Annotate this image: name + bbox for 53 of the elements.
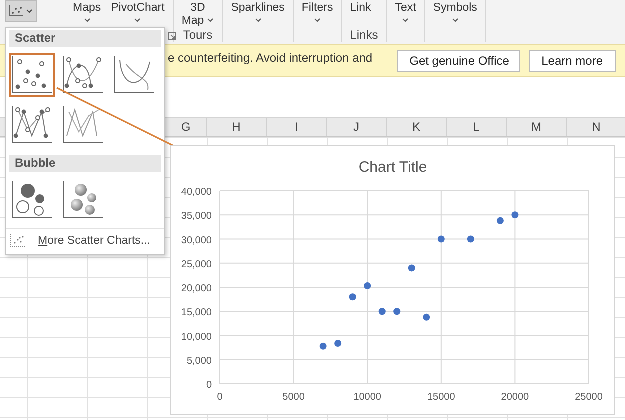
group-label: Tours (183, 28, 213, 42)
info-message: e counterfeiting. Avoid interruption and (168, 51, 374, 65)
zigzag-lines-icon (63, 106, 103, 144)
y-axis-label: 0 (206, 380, 212, 391)
column-header[interactable]: I (267, 118, 327, 136)
spheres-icon (63, 181, 103, 219)
more-charts-link[interactable]: More Scatter Charts... (6, 228, 164, 254)
column-header[interactable]: G (166, 118, 207, 136)
ribbon-command[interactable]: Symbols (433, 1, 478, 28)
section-header: Bubble (9, 155, 161, 172)
column-header[interactable]: N (567, 118, 625, 136)
scatter-chart-button[interactable] (5, 0, 37, 22)
column-header[interactable]: K (387, 118, 447, 136)
ribbon-command[interactable]: 3D Map (182, 1, 214, 28)
chart-title: Chart Title (358, 159, 428, 176)
x-axis-label: 0 (217, 392, 223, 403)
y-axis-label: 20,000 (181, 284, 212, 294)
x-axis-label: 20000 (501, 392, 530, 403)
y-axis-label: 35,000 (181, 211, 212, 222)
chart-type-option[interactable] (9, 53, 55, 97)
ribbon-command[interactable]: Link (350, 1, 372, 28)
ribbon-command[interactable]: Filters (302, 1, 334, 28)
y-axis-label: 25,000 (181, 259, 212, 270)
curve-dots-icon (63, 56, 103, 94)
curves-icon (114, 56, 154, 94)
info-button[interactable]: Get genuine Office (396, 50, 520, 72)
group-label: Links (350, 28, 378, 42)
x-axis-label: 15000 (428, 392, 456, 403)
ribbon-command[interactable]: Maps (73, 1, 102, 28)
bubbles-icon (12, 181, 52, 219)
ribbon-command[interactable]: PivotChart (111, 1, 165, 28)
chevron-down-icon (26, 8, 33, 14)
ribbon-command[interactable]: Sparklines (231, 1, 285, 28)
y-axis-label: 40,000 (181, 187, 212, 198)
zigzag-dots-icon (12, 106, 52, 144)
y-axis-label: 10,000 (181, 332, 212, 343)
y-axis-label: 15,000 (181, 308, 212, 319)
scatter-dots-icon (12, 56, 52, 94)
column-header[interactable]: M (507, 118, 567, 136)
section-header: Scatter (9, 30, 161, 47)
dialog-launcher-icon[interactable] (168, 32, 176, 40)
scatter-dots-icon (10, 234, 26, 248)
x-axis-label: 5000 (282, 392, 305, 403)
column-header[interactable]: J (327, 118, 387, 136)
column-header[interactable]: H (207, 118, 267, 136)
y-axis-label: 5,000 (186, 356, 212, 367)
column-header[interactable]: L (447, 118, 507, 136)
x-axis-label: 10000 (354, 392, 382, 403)
y-axis-label: 30,000 (181, 235, 212, 246)
x-axis-label: 25000 (575, 392, 603, 403)
ribbon-command[interactable]: Text (395, 1, 416, 28)
info-button[interactable]: Learn more (528, 50, 616, 72)
scatter-chart-icon (9, 5, 23, 17)
